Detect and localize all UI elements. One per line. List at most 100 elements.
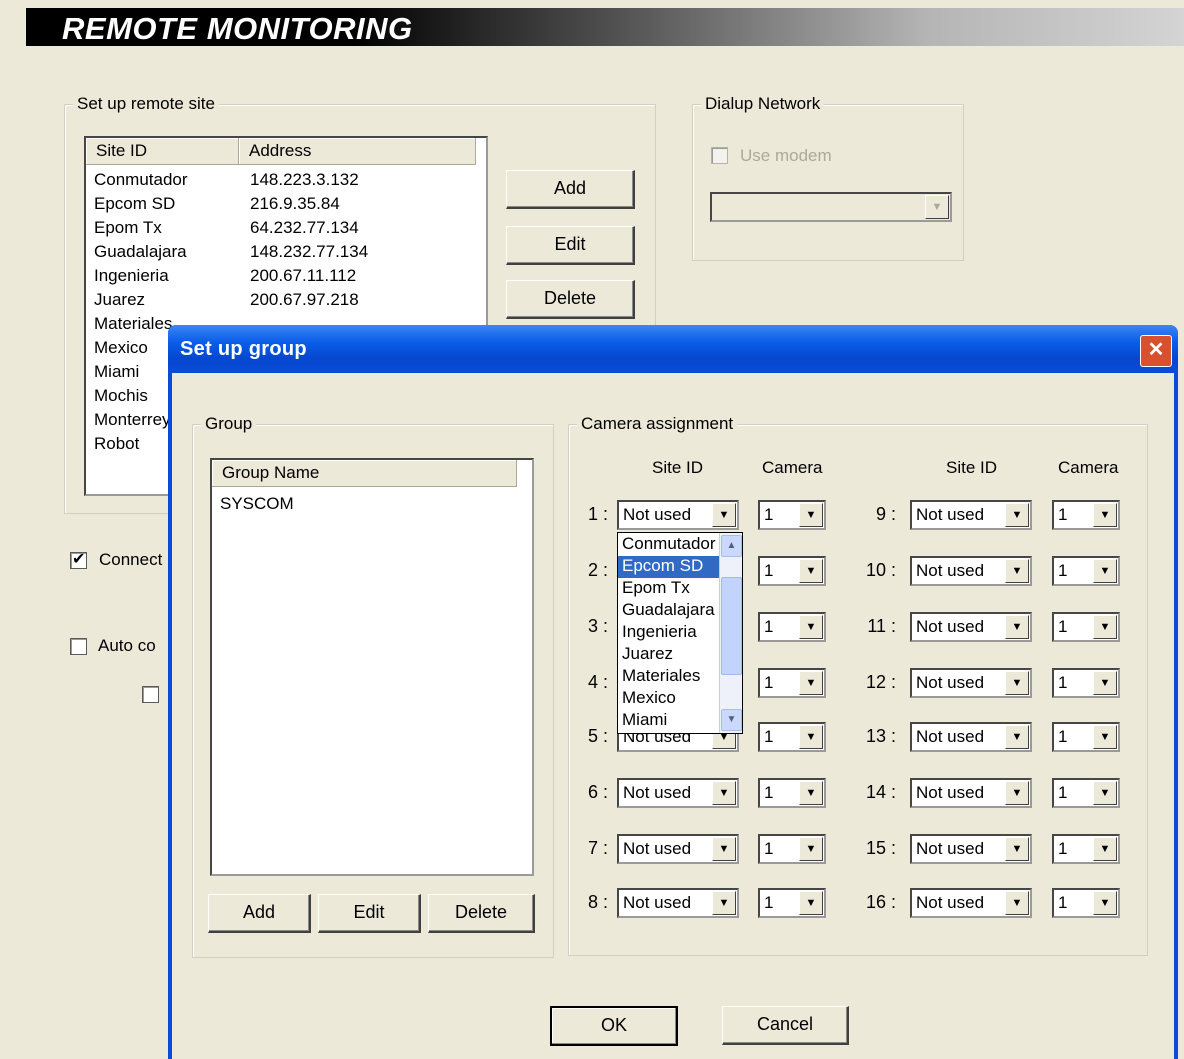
- camera-slot-camera-select[interactable]: 1 ▼: [758, 668, 826, 698]
- chevron-down-icon[interactable]: ▼: [799, 559, 823, 583]
- camera-slot-camera-select[interactable]: 1 ▼: [1052, 612, 1120, 642]
- scroll-up-icon[interactable]: ▲: [721, 535, 742, 557]
- camera-slot-site-select[interactable]: Not used ▼: [910, 612, 1032, 642]
- camera-slot-camera-select[interactable]: 1 ▼: [1052, 556, 1120, 586]
- site-list-row-site[interactable]: Mexico: [94, 338, 148, 362]
- chevron-down-icon[interactable]: ▼: [1005, 503, 1029, 527]
- dropdown-option[interactable]: Juarez: [618, 644, 720, 666]
- auto-connect-checkbox[interactable]: [70, 638, 87, 655]
- chevron-down-icon[interactable]: ▼: [1093, 671, 1117, 695]
- site-add-button[interactable]: Add: [506, 170, 635, 209]
- chevron-down-icon[interactable]: ▼: [799, 671, 823, 695]
- scrollbar-thumb[interactable]: [721, 577, 742, 675]
- site-list-row-site[interactable]: Monterrey: [94, 410, 171, 434]
- chevron-down-icon[interactable]: ▼: [712, 891, 736, 915]
- chevron-down-icon[interactable]: ▼: [925, 195, 949, 219]
- group-list-item[interactable]: SYSCOM: [220, 494, 294, 518]
- camera-slot-camera-select[interactable]: 1 ▼: [758, 778, 826, 808]
- camera-slot-site-select[interactable]: Not used ▼: [910, 778, 1032, 808]
- camera-slot-site-select[interactable]: Not used ▼: [617, 888, 739, 918]
- chevron-down-icon[interactable]: ▼: [1093, 725, 1117, 749]
- dialog-titlebar[interactable]: Set up group ✕: [168, 325, 1178, 373]
- camera-slot-camera-select[interactable]: 1 ▼: [1052, 722, 1120, 752]
- camera-slot-camera-select[interactable]: 1 ▼: [1052, 778, 1120, 808]
- site-list-row-site[interactable]: Epcom SD: [94, 194, 175, 218]
- chevron-down-icon[interactable]: ▼: [799, 615, 823, 639]
- site-list-row-address[interactable]: 148.232.77.134: [250, 242, 368, 266]
- chevron-down-icon[interactable]: ▼: [799, 837, 823, 861]
- column-header-site-id[interactable]: Site ID: [86, 138, 239, 165]
- site-list-row-site[interactable]: Conmutador: [94, 170, 188, 194]
- group-list[interactable]: Group Name SYSCOM: [210, 458, 534, 876]
- chevron-down-icon[interactable]: ▼: [799, 781, 823, 805]
- column-header-address[interactable]: Address: [239, 138, 476, 165]
- dropdown-option[interactable]: Mexico: [618, 688, 720, 710]
- camera-slot-camera-select[interactable]: 1 ▼: [758, 834, 826, 864]
- site-delete-button[interactable]: Delete: [506, 280, 635, 319]
- site-list-row-site[interactable]: Guadalajara: [94, 242, 187, 266]
- connect-checkbox[interactable]: ✔: [70, 551, 87, 569]
- dropdown-scrollbar[interactable]: ▲ ▼: [719, 533, 742, 733]
- camera-slot-camera-select[interactable]: 1 ▼: [758, 722, 826, 752]
- chevron-down-icon[interactable]: ▼: [1093, 837, 1117, 861]
- dropdown-option[interactable]: Guadalajara: [618, 600, 720, 622]
- chevron-down-icon[interactable]: ▼: [1093, 781, 1117, 805]
- chevron-down-icon[interactable]: ▼: [1093, 891, 1117, 915]
- chevron-down-icon[interactable]: ▼: [799, 891, 823, 915]
- ok-button[interactable]: OK: [550, 1006, 678, 1046]
- camera-slot-camera-select[interactable]: 1 ▼: [1052, 888, 1120, 918]
- dialup-combo[interactable]: ▼: [710, 192, 952, 222]
- chevron-down-icon[interactable]: ▼: [799, 725, 823, 749]
- dropdown-option[interactable]: Ingenieria: [618, 622, 720, 644]
- chevron-down-icon[interactable]: ▼: [1005, 781, 1029, 805]
- site-list-row-site[interactable]: Miami: [94, 362, 139, 386]
- site-list-row-address[interactable]: 200.67.11.112: [250, 266, 356, 290]
- site-list-row-address[interactable]: 148.223.3.132: [250, 170, 359, 194]
- close-icon[interactable]: ✕: [1140, 335, 1172, 367]
- cancel-button[interactable]: Cancel: [722, 1006, 849, 1045]
- chevron-down-icon[interactable]: ▼: [1093, 559, 1117, 583]
- chevron-down-icon[interactable]: ▼: [1005, 891, 1029, 915]
- chevron-down-icon[interactable]: ▼: [1093, 615, 1117, 639]
- camera-slot-site-select[interactable]: Not used ▼: [910, 556, 1032, 586]
- dropdown-option[interactable]: Epcom SD: [618, 556, 720, 578]
- camera-slot-camera-select[interactable]: 1 ▼: [1052, 500, 1120, 530]
- camera-slot-site-select[interactable]: Not used ▼: [910, 834, 1032, 864]
- group-edit-button[interactable]: Edit: [318, 894, 421, 933]
- site-list-row-site[interactable]: Juarez: [94, 290, 145, 314]
- chevron-down-icon[interactable]: ▼: [712, 781, 736, 805]
- column-header-group-name[interactable]: Group Name: [212, 460, 517, 487]
- site-list-row-site[interactable]: Epom Tx: [94, 218, 162, 242]
- camera-slot-site-select[interactable]: Not used ▼: [617, 778, 739, 808]
- camera-slot-camera-select[interactable]: 1 ▼: [758, 888, 826, 918]
- group-add-button[interactable]: Add: [208, 894, 311, 933]
- chevron-down-icon[interactable]: ▼: [1005, 671, 1029, 695]
- site-list-row-address[interactable]: 200.67.97.218: [250, 290, 359, 314]
- site-list-row-site[interactable]: Materiales: [94, 314, 172, 338]
- chevron-down-icon[interactable]: ▼: [712, 503, 736, 527]
- camera-slot-site-select[interactable]: Not used ▼: [910, 722, 1032, 752]
- site-list-row-address[interactable]: 216.9.35.84: [250, 194, 340, 218]
- camera-slot-site-select[interactable]: Not used ▼: [910, 500, 1032, 530]
- group-delete-button[interactable]: Delete: [428, 894, 535, 933]
- camera-slot-site-select[interactable]: Not used ▼: [617, 500, 739, 530]
- site-list-row-site[interactable]: Mochis: [94, 386, 148, 410]
- option-checkbox[interactable]: [142, 686, 159, 703]
- use-modem-checkbox[interactable]: [711, 147, 728, 164]
- site-list-row-site[interactable]: Robot: [94, 434, 139, 458]
- camera-slot-camera-select[interactable]: 1 ▼: [758, 556, 826, 586]
- scroll-down-icon[interactable]: ▼: [721, 709, 742, 731]
- camera-slot-camera-select[interactable]: 1 ▼: [758, 612, 826, 642]
- camera-slot-site-select[interactable]: Not used ▼: [617, 834, 739, 864]
- chevron-down-icon[interactable]: ▼: [1005, 725, 1029, 749]
- chevron-down-icon[interactable]: ▼: [1005, 837, 1029, 861]
- camera-slot-camera-select[interactable]: 1 ▼: [1052, 834, 1120, 864]
- camera-slot-site-select[interactable]: Not used ▼: [910, 888, 1032, 918]
- dropdown-option[interactable]: Conmutador: [618, 534, 720, 556]
- site-list-row-site[interactable]: Ingenieria: [94, 266, 169, 290]
- dropdown-option[interactable]: Miami: [618, 710, 720, 732]
- site-list-row-address[interactable]: 64.232.77.134: [250, 218, 359, 242]
- site-id-dropdown-list[interactable]: Conmutador Epcom SD Epom Tx Guadalajara Inge…: [617, 532, 743, 734]
- chevron-down-icon[interactable]: ▼: [712, 837, 736, 861]
- chevron-down-icon[interactable]: ▼: [799, 503, 823, 527]
